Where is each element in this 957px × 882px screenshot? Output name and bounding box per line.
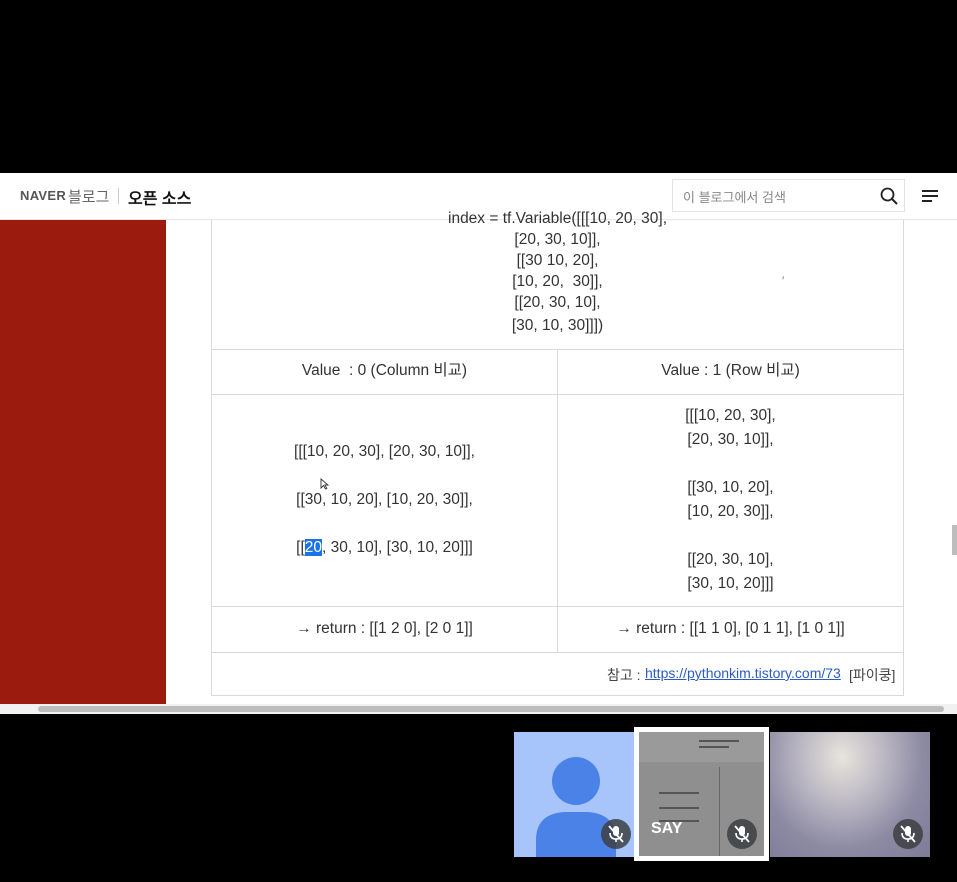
row-result-line: [30, 10, 20]]] [687, 575, 774, 592]
muted-mic-icon [601, 819, 631, 849]
participant-tile-screen-share[interactable]: SAY [634, 727, 769, 861]
code-line: index = tf.Variable([[[10, 20, 30], [448, 210, 667, 227]
mouse-cursor-icon [320, 478, 329, 490]
column-result-line: [[30, 10, 20], [10, 20, 30]], [296, 491, 473, 508]
row-divider [212, 652, 903, 653]
code-line: [30, 10, 30]]]) [511, 317, 604, 334]
stray-mark: ′ [782, 274, 785, 288]
blog-label[interactable]: 블로그 [68, 186, 109, 207]
code-line: [[20, 30, 10], [514, 294, 601, 311]
column-header-value-1: Value : 1 (Row 비교) [661, 362, 800, 379]
red-sidebar [0, 220, 166, 704]
participant-tile-avatar[interactable] [514, 732, 638, 857]
reference-source: [파이쿵] [849, 667, 896, 683]
row-return: → return : [[1 1 0], [0 1 1], [1 0 1]] [616, 620, 845, 637]
column-result-line: [[20, 30, 10], [30, 10, 20]]] [212, 537, 557, 558]
search-icon[interactable] [880, 187, 898, 205]
text-suffix: , 30, 10], [30, 10, 20]]] [322, 539, 473, 556]
code-line: [[30 10, 20], [516, 252, 599, 269]
muted-mic-icon [893, 819, 923, 849]
row-divider [212, 606, 903, 607]
column-header-value-0: Value : 0 (Column 비교) [301, 362, 468, 379]
reference-label: 참고 : [607, 667, 641, 683]
browser-viewport: NAVER 블로그 오픈 소스 index = tf.Variable([[[1… [0, 173, 957, 714]
search-input[interactable] [681, 186, 875, 208]
scrollbar-thumb[interactable] [38, 706, 944, 712]
reference-link[interactable]: https://pythonkim.tistory.com/73 [645, 665, 841, 681]
header-divider [118, 188, 119, 204]
horizontal-scrollbar[interactable] [0, 704, 957, 714]
row-result-line: [[[10, 20, 30], [685, 407, 776, 424]
column-return: → return : [[1 2 0], [2 0 1]] [296, 620, 473, 637]
vertical-scrollbar-thumb[interactable] [952, 525, 957, 555]
menu-icon[interactable] [920, 187, 940, 205]
shared-screen-thumbnail: SAY [639, 732, 764, 856]
row-result-line: [[20, 30, 10], [687, 551, 774, 568]
blog-title[interactable]: 오픈 소스 [128, 185, 191, 209]
text-prefix: [[ [296, 539, 305, 556]
row-result-line: [20, 30, 10]], [687, 431, 774, 448]
row-result-line: [[30, 10, 20], [687, 479, 774, 496]
post-content: index = tf.Variable([[[10, 20, 30], [20,… [166, 210, 957, 704]
participant-name: SAY [651, 820, 683, 837]
comparison-table: index = tf.Variable([[[10, 20, 30], [20,… [211, 210, 904, 696]
row-result-line: [10, 20, 30]], [687, 503, 774, 520]
column-result-line: [[[10, 20, 30], [20, 30, 10]], [294, 443, 475, 460]
code-line: [20, 30, 10]], [514, 231, 601, 248]
naver-logo[interactable]: NAVER [20, 188, 66, 203]
participant-tile-camera[interactable] [770, 732, 930, 857]
muted-mic-icon [727, 819, 757, 849]
selected-text[interactable]: 20 [304, 539, 323, 556]
row-divider [212, 394, 903, 395]
code-line: [10, 20, 30]], [512, 273, 603, 290]
